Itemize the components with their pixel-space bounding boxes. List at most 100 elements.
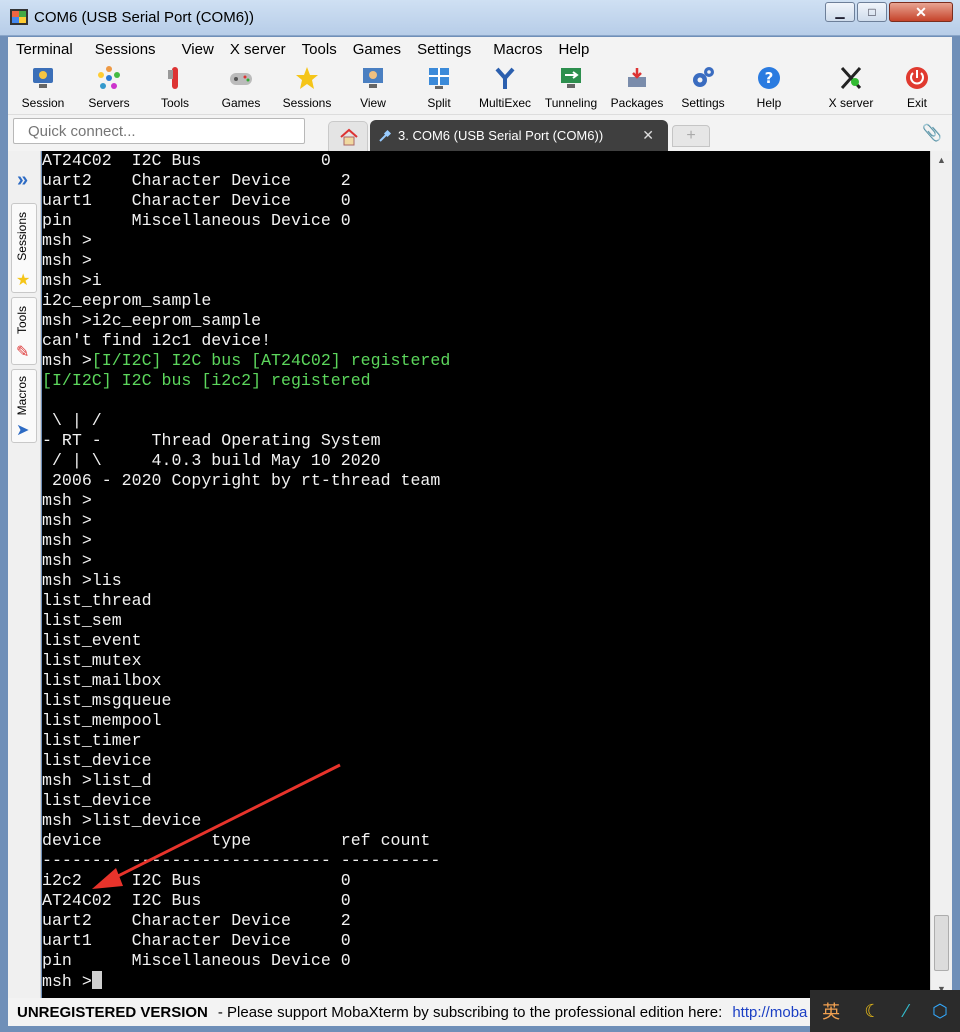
toolbar-help-button[interactable]: ? Help (736, 63, 802, 113)
tab-com6[interactable]: 3. COM6 (USB Serial Port (COM6)) ✕ (370, 120, 668, 151)
terminal-text: list_msgqueue (42, 691, 172, 710)
send-icon: ➤ (16, 422, 30, 439)
toolbar-exit-button[interactable]: Exit (884, 63, 950, 113)
quick-connect (13, 118, 305, 144)
terminal-line: msh >list_device (42, 811, 450, 831)
terminal-line: list_sem (42, 611, 450, 631)
games-icon (230, 73, 252, 85)
toolbar-split-button[interactable]: Split (406, 63, 472, 113)
terminal-line: device type ref count (42, 831, 450, 851)
menu-help[interactable]: Help (550, 41, 597, 58)
terminal-text: can't find i2c1 device! (42, 331, 272, 350)
terminal-line: AT24C02 I2C Bus 0 (42, 891, 450, 911)
terminal-line: msh >i (42, 271, 450, 291)
toolbar-servers-button[interactable]: Servers (76, 63, 142, 113)
menu-settings[interactable]: Settings (409, 41, 479, 58)
terminal-text: list_thread (42, 591, 152, 610)
ime-language-icon[interactable]: 英 (822, 998, 840, 1024)
maximize-button[interactable]: □ (857, 2, 887, 22)
terminal-text: list_device (42, 751, 152, 770)
terminal-text: list_mutex (42, 651, 142, 670)
ime-settings-icon[interactable]: ⬡ (932, 1001, 948, 1022)
toolbar-xserver-button[interactable]: X server (818, 63, 884, 113)
exit-icon (906, 67, 928, 89)
scroll-up-icon[interactable]: ▲ (931, 151, 952, 169)
terminal-line: i2c2 I2C Bus 0 (42, 871, 450, 891)
terminal-text: msh > (42, 251, 92, 270)
menu-view[interactable]: View (174, 41, 222, 58)
tab-close-icon[interactable]: ✕ (642, 127, 654, 144)
terminal-text: AT24C02 I2C Bus 0 (42, 151, 331, 170)
terminal-text: uart1 Character Device 0 (42, 931, 351, 950)
menu-tools[interactable]: Tools (294, 41, 345, 58)
terminal-line: pin Miscellaneous Device 0 (42, 211, 450, 231)
menu-terminal[interactable]: Terminal (8, 41, 81, 58)
terminal-text: device type ref count (42, 831, 431, 850)
terminal-log-text: [I/I2C] I2C bus [i2c2] registered (42, 371, 371, 390)
ime-moon-icon[interactable]: ☾ (864, 1001, 880, 1022)
minimize-button[interactable]: ▁ (825, 2, 855, 22)
terminal-line: msh > (42, 491, 450, 511)
star-icon: ★ (16, 272, 31, 289)
menu-bar: Terminal Sessions View X server Tools Ga… (8, 37, 952, 61)
menu-games[interactable]: Games (345, 41, 409, 58)
tools-icon (168, 67, 178, 89)
terminal-line: msh > (42, 511, 450, 531)
quick-connect-input[interactable] (14, 119, 304, 143)
terminal-cursor (91, 971, 102, 989)
terminal-text: msh >i (42, 271, 102, 290)
expand-sidebar-icon[interactable]: » (17, 169, 28, 192)
attach-paperclip-icon[interactable]: 📎 (922, 123, 942, 143)
settings-gears-icon (693, 67, 714, 87)
terminal-scrollbar[interactable]: ▲ ▼ (930, 151, 952, 998)
terminal-text: list_event (42, 631, 142, 650)
terminal-text: list_device (42, 791, 152, 810)
window-title: COM6 (USB Serial Port (COM6)) (34, 9, 255, 26)
menu-sessions[interactable]: Sessions (87, 41, 164, 58)
xserver-icon (840, 66, 862, 90)
terminal-line: list_thread (42, 591, 450, 611)
terminal-text: list_timer (42, 731, 142, 750)
terminal-text: i2c_eeprom_sample (42, 291, 212, 310)
terminal-text: msh >lis (42, 571, 122, 590)
split-icon (429, 68, 449, 89)
help-icon: ? (758, 67, 780, 89)
terminal-text: pin Miscellaneous Device 0 (42, 951, 351, 970)
toolbar-sessions-button[interactable]: Sessions (274, 63, 340, 113)
terminal-text: i2c2 I2C Bus 0 (42, 871, 351, 890)
terminal-text: \ | / (42, 411, 102, 430)
toolbar-tools-button[interactable]: Tools (142, 63, 208, 113)
menu-x-server[interactable]: X server (222, 41, 294, 58)
home-tab[interactable] (328, 121, 368, 151)
session-icon (33, 68, 53, 88)
toolbar-tunneling-button[interactable]: Tunneling (538, 63, 604, 113)
toolbar-multiexec-button[interactable]: MultiExec (472, 63, 538, 113)
scrollbar-thumb[interactable] (934, 915, 949, 971)
toolbar-games-button[interactable]: Games (208, 63, 274, 113)
sidebar-tab-tools[interactable]: Tools ✎ (11, 297, 37, 365)
terminal-line: msh > (42, 531, 450, 551)
terminal-line: msh > (42, 551, 450, 571)
left-sidebar: » Sessions ★ Tools ✎ Macros ➤ (8, 151, 41, 998)
sidebar-tab-macros[interactable]: Macros ➤ (11, 369, 37, 443)
terminal-text: 2006 - 2020 Copyright by rt-thread team (42, 471, 441, 490)
terminal-text: - RT - Thread Operating System (42, 431, 381, 450)
toolbar-settings-button[interactable]: Settings (670, 63, 736, 113)
toolbar-view-button[interactable]: View (340, 63, 406, 113)
sidebar-tab-sessions[interactable]: Sessions ★ (11, 203, 37, 293)
terminal-text: uart2 Character Device 2 (42, 911, 351, 930)
toolbar-session-button[interactable]: Session (10, 63, 76, 113)
terminal-output[interactable]: AT24C02 I2C Bus 0 uart2 Character Device … (42, 151, 930, 998)
terminal-text: msh > (42, 231, 92, 250)
terminal-text: msh > (42, 531, 92, 550)
menu-macros[interactable]: Macros (485, 41, 550, 58)
pro-edition-link[interactable]: http://moba (732, 1004, 807, 1021)
terminal-text: msh > (42, 511, 92, 530)
ime-punct-icon[interactable]: ⁄ (905, 1001, 908, 1022)
serial-plug-icon (379, 129, 392, 142)
terminal-text: list_sem (42, 611, 122, 630)
toolbar-packages-button[interactable]: Packages (604, 63, 670, 113)
new-tab-button[interactable]: + (672, 125, 710, 147)
close-window-button[interactable]: ✕ (889, 2, 953, 22)
terminal-line: pin Miscellaneous Device 0 (42, 951, 450, 971)
